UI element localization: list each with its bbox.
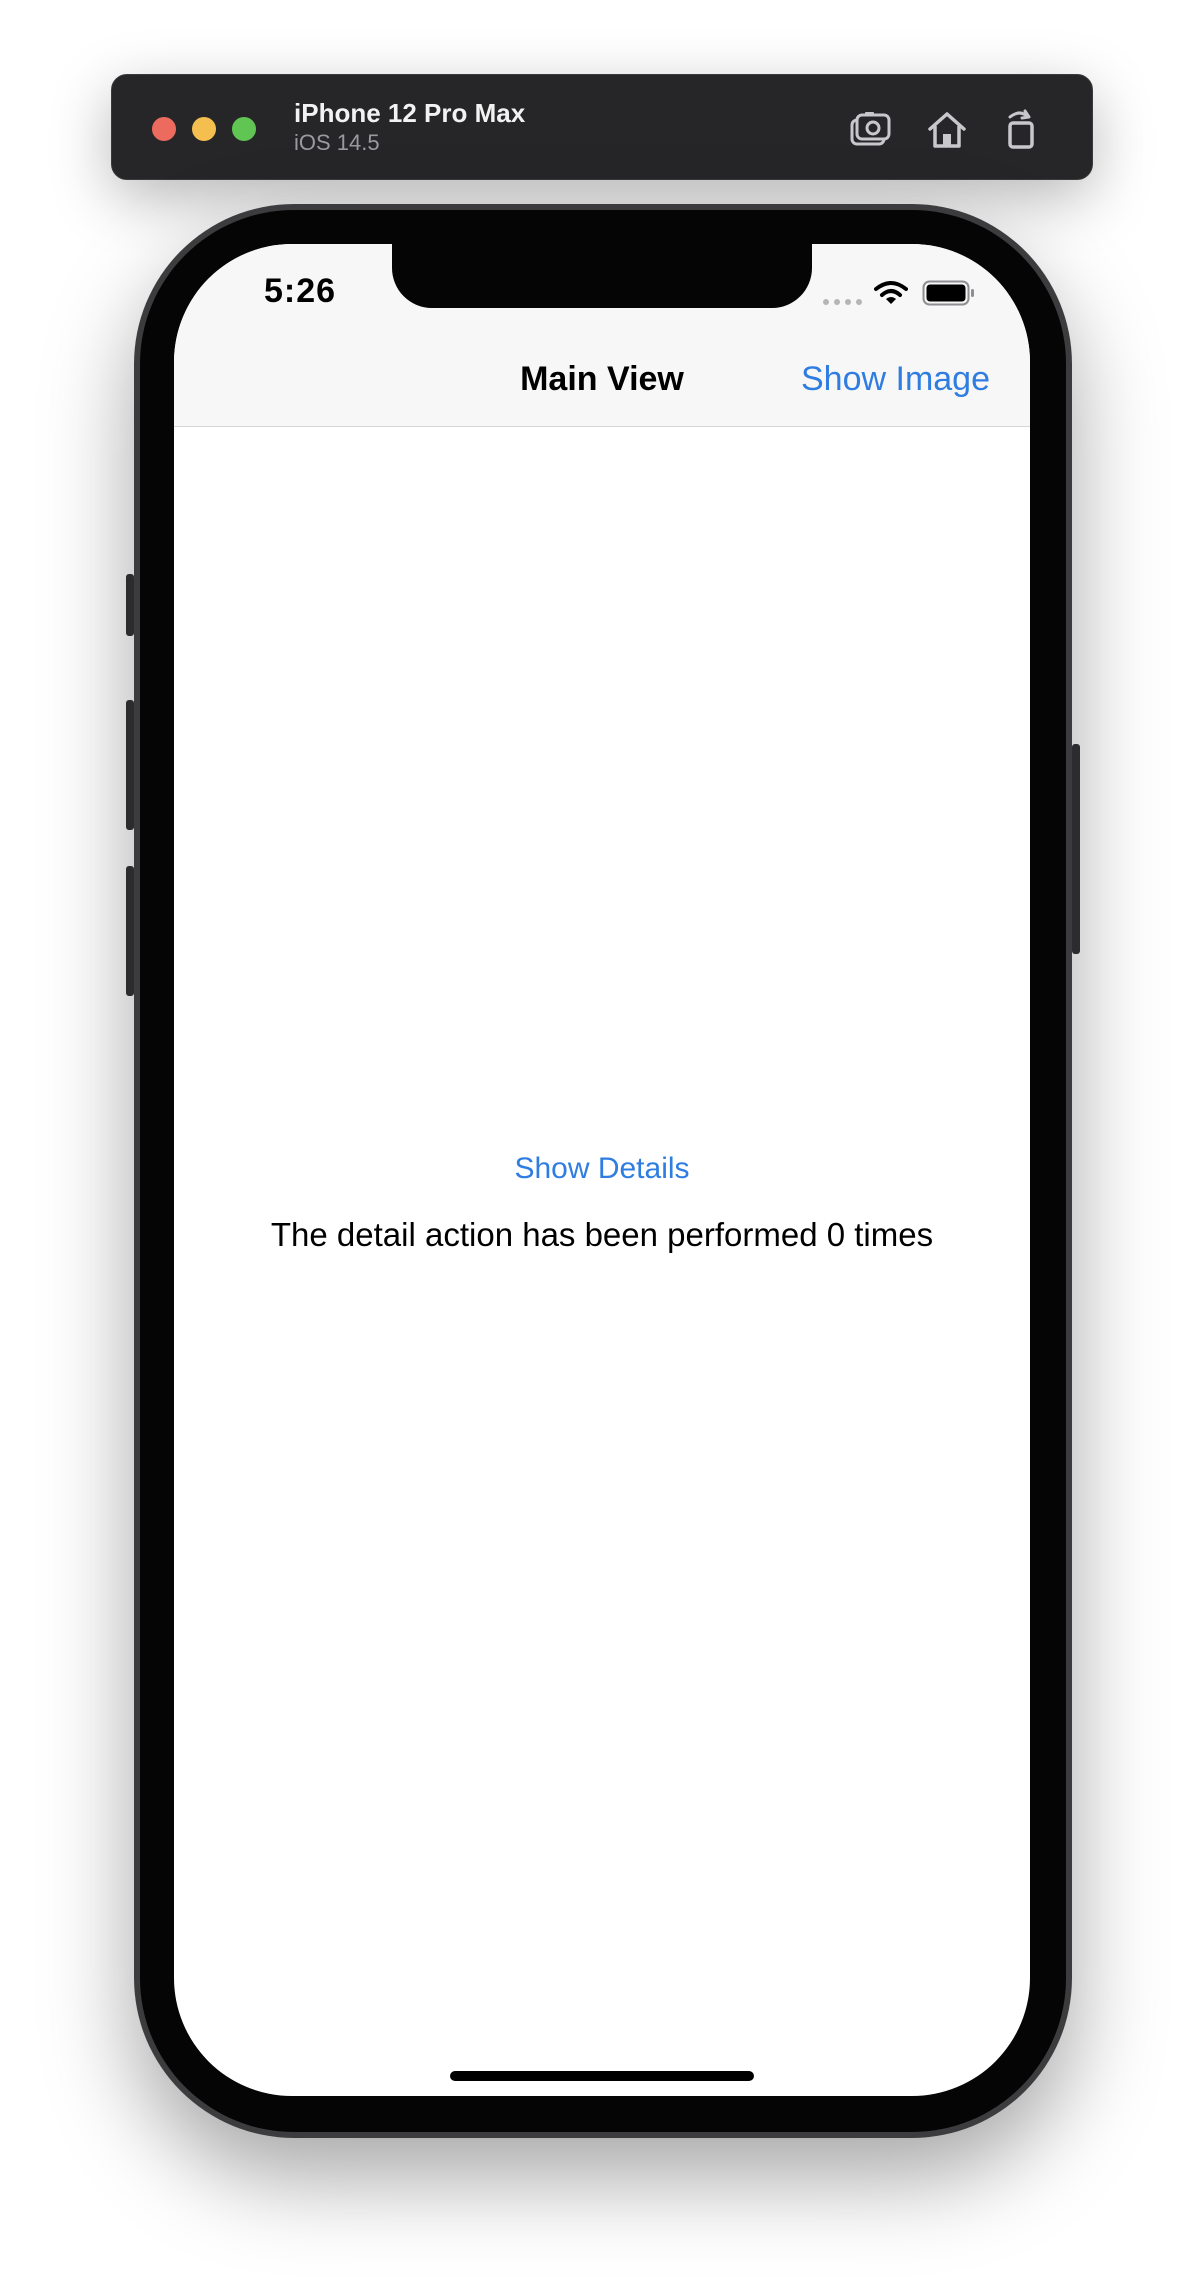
show-image-button[interactable]: Show Image bbox=[801, 360, 990, 399]
device-name: iPhone 12 Pro Max bbox=[294, 98, 526, 128]
mute-switch bbox=[126, 574, 134, 636]
show-details-button[interactable]: Show Details bbox=[174, 1152, 1030, 1186]
volume-down-button bbox=[126, 866, 134, 996]
notch bbox=[392, 244, 812, 308]
close-window-button[interactable] bbox=[152, 117, 176, 141]
status-time: 5:26 bbox=[264, 272, 337, 310]
rotate-icon[interactable] bbox=[996, 105, 1046, 155]
os-version: iOS 14.5 bbox=[294, 130, 380, 155]
simulator-window: iPhone 12 Pro Max iOS 14.5 5:26 Main Vie… bbox=[0, 0, 1204, 2288]
battery-icon bbox=[922, 280, 974, 306]
device-screen: 5:26 Main View Show Image Show Details T… bbox=[174, 244, 1030, 2096]
home-icon[interactable] bbox=[922, 105, 972, 155]
zoom-window-button[interactable] bbox=[232, 117, 256, 141]
volume-up-button bbox=[126, 700, 134, 830]
wifi-icon bbox=[874, 281, 908, 304]
detail-count-label: The detail action has been performed 0 t… bbox=[270, 1216, 934, 1253]
home-indicator[interactable] bbox=[450, 2071, 754, 2081]
cellular-signal-icon bbox=[823, 299, 862, 305]
minimize-window-button[interactable] bbox=[192, 117, 216, 141]
power-button bbox=[1072, 744, 1080, 954]
screenshot-icon[interactable] bbox=[844, 105, 894, 155]
